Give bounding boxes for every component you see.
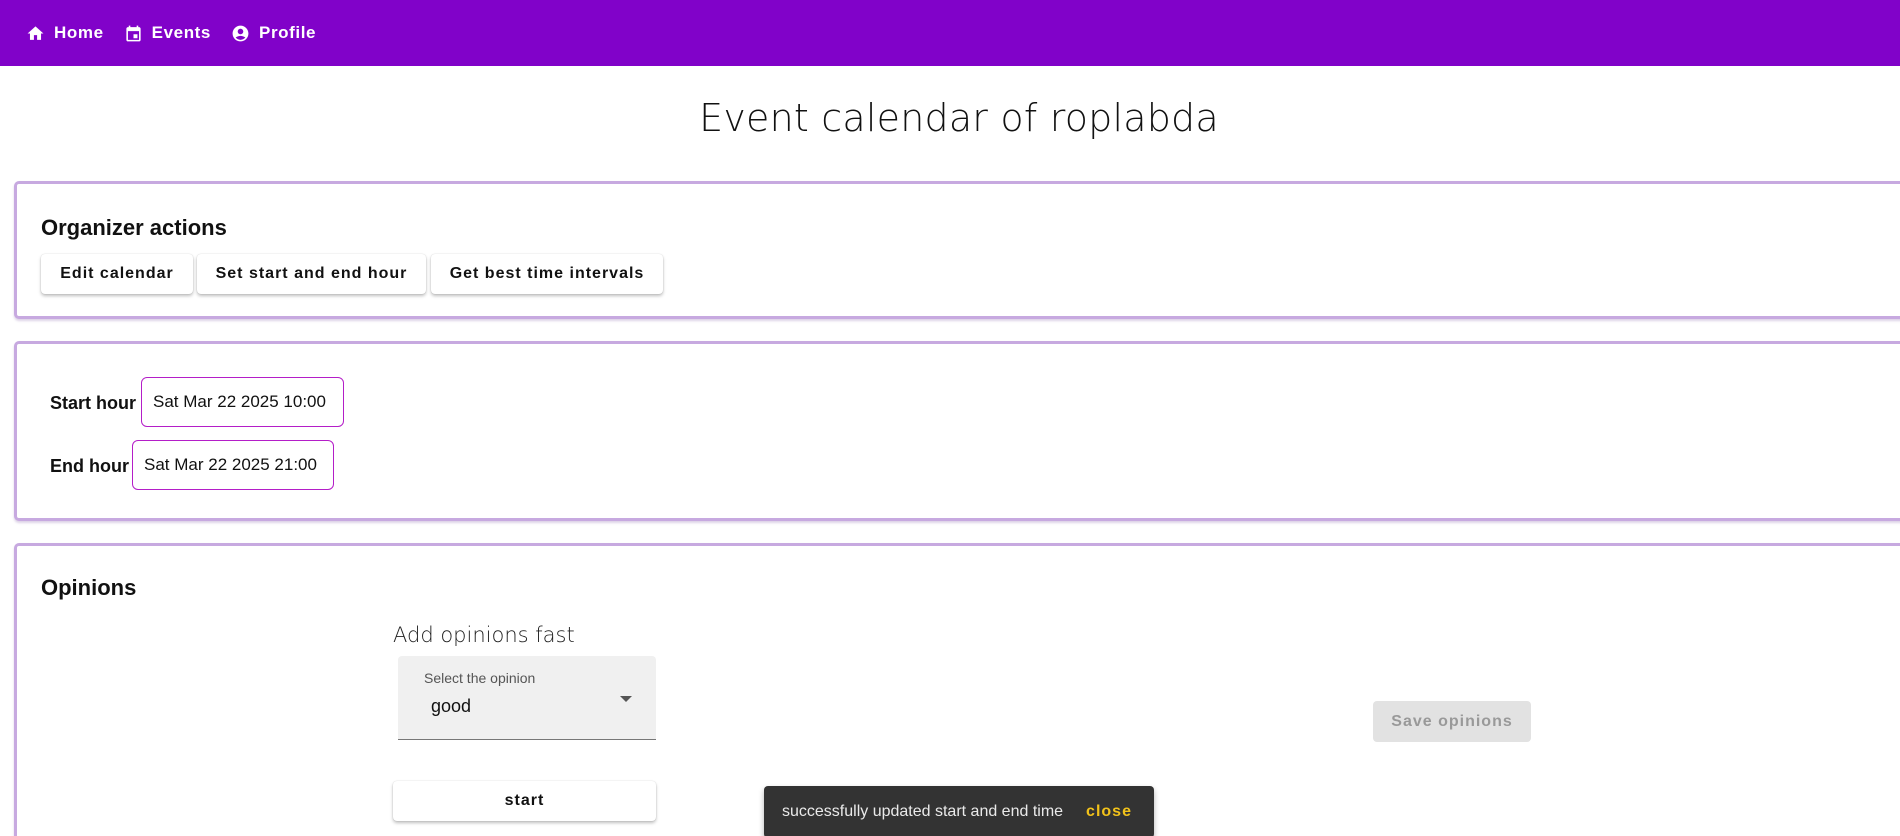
organizer-actions-card: Organizer actions Edit calendar Set star… [14, 181, 1900, 319]
account-circle-icon [232, 25, 249, 41]
hours-card: Start hour Sat Mar 22 2025 10:00 End hou… [14, 341, 1900, 521]
opinions-title: Opinions [41, 575, 137, 600]
snackbar-close-button[interactable]: close [1086, 803, 1132, 821]
nav-profile[interactable]: Profile [231, 23, 316, 43]
top-nav-bar: Home Events Profile [0, 0, 1900, 66]
end-hour-field[interactable]: Sat Mar 22 2025 21:00 [132, 440, 334, 490]
nav-events[interactable]: Events [124, 23, 211, 43]
end-hour-label: End hour [50, 456, 129, 476]
opinion-select-value: good [431, 696, 472, 716]
opinion-select[interactable]: Select the opinion good [398, 656, 656, 740]
add-opinions-fast-heading: Add opinions fast [393, 623, 575, 647]
nav-home-label: Home [54, 23, 104, 42]
start-hour-field[interactable]: Sat Mar 22 2025 10:00 [141, 377, 344, 427]
set-start-end-hour-button[interactable]: Set start and end hour [197, 254, 426, 294]
get-best-time-intervals-button[interactable]: Get best time intervals [431, 254, 663, 294]
nav-home[interactable]: Home [26, 23, 104, 43]
dropdown-arrow-icon [620, 696, 632, 702]
page-title: Event calendar of roplabda [699, 96, 1219, 140]
start-button[interactable]: start [393, 781, 656, 821]
snackbar-message: successfully updated start and end time [782, 803, 1064, 820]
calendar-icon [126, 25, 141, 41]
nav-events-label: Events [151, 23, 211, 42]
opinion-select-label: Select the opinion [424, 670, 536, 686]
edit-calendar-button[interactable]: Edit calendar [41, 254, 193, 294]
nav-profile-label: Profile [259, 23, 317, 42]
home-icon [27, 25, 44, 40]
organizer-actions-title: Organizer actions [41, 215, 227, 240]
save-opinions-button[interactable]: Save opinions [1373, 701, 1531, 742]
snackbar: successfully updated start and end time … [764, 786, 1154, 836]
start-hour-label: Start hour [50, 393, 137, 413]
